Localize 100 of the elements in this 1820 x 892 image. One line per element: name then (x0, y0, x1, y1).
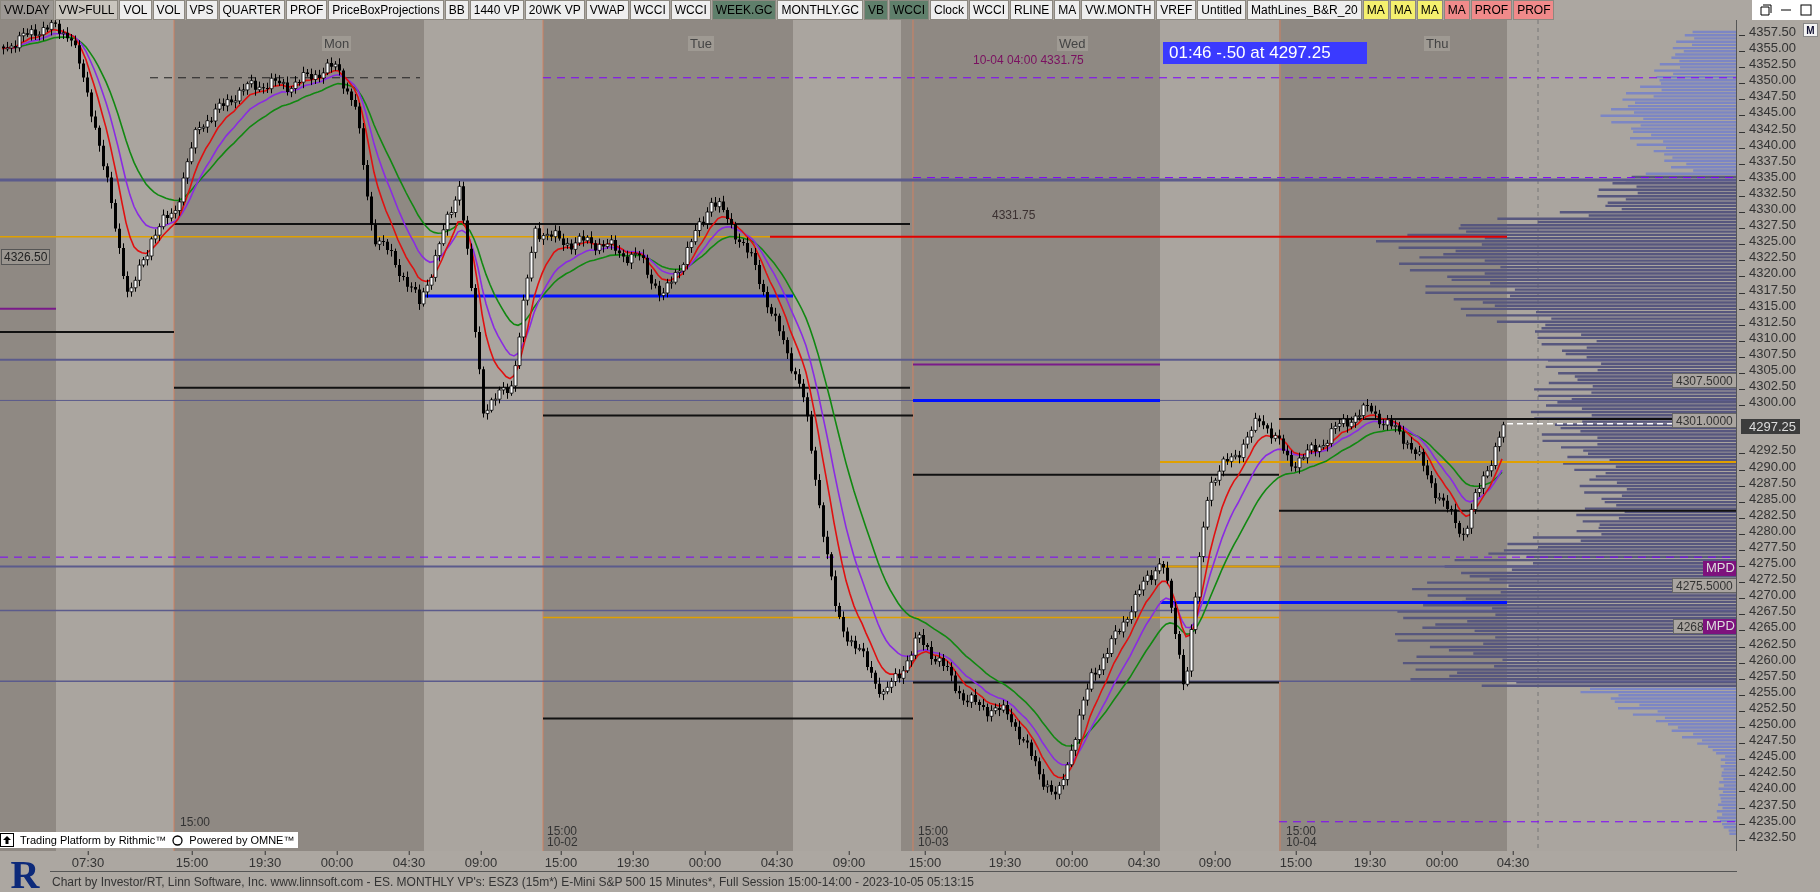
price-axis-label: 4252.50 (1737, 699, 1820, 717)
indicator-button[interactable]: WCCI (889, 0, 929, 20)
price-axis-label: 4305.00 (1737, 361, 1820, 379)
indicator-button[interactable]: WEEK.GC (711, 0, 777, 20)
time-axis-label: 09:00 (1198, 851, 1232, 870)
indicator-button[interactable]: QUARTER (218, 0, 285, 20)
indicator-button[interactable]: MONTHLY.GC (777, 0, 863, 20)
time-axis-label: 00:00 (1425, 851, 1459, 870)
indicator-button[interactable]: VW>FULL (54, 0, 119, 20)
ring-icon (172, 834, 184, 846)
m-button[interactable]: M (1803, 23, 1818, 37)
indicator-button[interactable]: PROF (1513, 0, 1555, 20)
price-axis-label: 4260.00 (1737, 651, 1820, 668)
day-label: Mon (322, 36, 352, 51)
time-axis-label: 09:00 (464, 851, 498, 870)
indicator-button[interactable]: WCCI (969, 0, 1009, 20)
indicator-button[interactable]: VB (863, 0, 888, 20)
price-axis-label: 4332.50 (1737, 184, 1820, 202)
price-annotation: 4326.50 (1, 249, 51, 265)
time-axis-label: 04:30 (760, 851, 794, 870)
mpd-tag: MPD (1703, 619, 1736, 634)
price-axis-label: 4315.00 (1737, 297, 1820, 314)
time-axis-label: 19:30 (616, 851, 650, 870)
time-axis-label: 15:00 (544, 851, 578, 870)
indicator-button[interactable]: VOL (152, 0, 185, 20)
day-label: Tue (688, 36, 714, 51)
indicator-button[interactable]: BB (444, 0, 469, 20)
indicator-button[interactable]: 20WK VP (524, 0, 585, 20)
indicator-button[interactable]: MA (1362, 0, 1389, 20)
price-tag: 4301.0000 (1672, 413, 1736, 428)
price-axis-label: 4257.50 (1737, 667, 1820, 684)
chart-info-text: Chart by Investor/RT, Linn Software, Inc. www.linnsoft.com - ES. MONTHLY VP's: ESZ3 (15m*) E-Mini S&P 500 15 Minutes*, Full Session 15:00-14:00 - 2023-10-05 05:13:15 (51, 874, 975, 889)
price-axis-label: 4342.50 (1737, 120, 1820, 137)
time-axis-label: 19:30 (1353, 851, 1387, 870)
indicator-button[interactable]: MA (1054, 0, 1081, 20)
price-axis-label: 4240.00 (1737, 780, 1820, 797)
price-axis-label: 4310.00 (1737, 329, 1820, 346)
price-axis-label: 4235.00 (1737, 812, 1820, 829)
time-axis-label: 04:30 (1496, 851, 1530, 870)
price-tag: 4275.5000 (1672, 578, 1736, 593)
restore-icon[interactable] (1760, 4, 1772, 16)
indicator-button[interactable]: VOL (119, 0, 152, 20)
indicator-button[interactable]: WCCI (670, 0, 711, 20)
price-axis-label: 4282.50 (1737, 506, 1820, 523)
indicator-button[interactable]: PROF (1470, 0, 1513, 20)
logo: R (9, 851, 41, 892)
indicator-button[interactable]: Clock (930, 0, 968, 20)
indicator-button[interactable]: VW.MONTH (1081, 0, 1156, 20)
time-axis-label: 19:30 (248, 851, 282, 870)
price-axis-label: 4322.50 (1737, 249, 1820, 266)
price-axis-label: 4262.50 (1737, 635, 1820, 652)
time-axis-label: 19:30 (988, 851, 1022, 870)
price-axis-label: 4352.50 (1737, 56, 1820, 73)
price-axis-label: 4302.50 (1737, 378, 1820, 395)
session-marker: 15:00 (180, 817, 211, 828)
price-axis-label: 4337.50 (1737, 152, 1820, 169)
price-axis-label: 4347.50 (1737, 88, 1820, 105)
badge-text: Powered by OMNE™ (189, 834, 295, 846)
time-axis-label: 00:00 (1055, 851, 1089, 870)
indicator-button[interactable]: WCCI (629, 0, 670, 20)
price-axis-label: 4330.00 (1737, 201, 1820, 218)
price-axis-label: 4267.50 (1737, 603, 1820, 620)
indicator-button[interactable]: VREF (1156, 0, 1197, 20)
time-axis-label: 15:00 (175, 851, 209, 870)
indicator-button[interactable]: MA (1389, 0, 1416, 20)
badge-text: Trading Platform by Rithmic™ (20, 834, 167, 846)
price-axis-label: 4280.00 (1737, 522, 1820, 539)
price-axis-label: 4255.00 (1737, 683, 1820, 700)
indicator-button[interactable]: MA (1416, 0, 1443, 20)
price-axis-label: 4287.50 (1737, 474, 1820, 491)
price-axis-label: 4312.50 (1737, 313, 1820, 330)
time-axis-label: 15:00 (1279, 851, 1313, 870)
session-marker: 15:00 10-02 (547, 826, 578, 848)
indicator-button[interactable]: VPS (185, 0, 218, 20)
time-axis-label: 04:30 (392, 851, 426, 870)
maximize-icon[interactable] (1800, 4, 1812, 16)
indicator-button[interactable]: RLINE (1010, 0, 1054, 20)
indicator-button[interactable]: PriceBoxProjections (328, 0, 444, 20)
price-axis-label: 4350.00 (1737, 72, 1820, 89)
last-trade-box: 01:46 -.50 at 4297.25 (1163, 42, 1367, 64)
indicator-button[interactable]: Untitled (1197, 0, 1247, 20)
indicator-button[interactable]: MA (1443, 0, 1470, 20)
time-axis-label: 09:00 (832, 851, 866, 870)
indicator-button[interactable]: PROF (286, 0, 328, 20)
price-tag: 4307.5000 (1672, 373, 1736, 388)
price-axis-label: 4245.00 (1737, 748, 1820, 765)
price-axis-label: 4345.00 (1737, 104, 1820, 121)
time-axis-label: 04:30 (1127, 851, 1161, 870)
indicator-button[interactable]: 1440 VP (469, 0, 524, 20)
price-axis-label: 4307.50 (1737, 345, 1820, 362)
price-axis-label: 4325.00 (1737, 233, 1820, 250)
price-axis-label: 4327.50 (1737, 217, 1820, 234)
indicator-button[interactable]: VW.DAY (0, 0, 54, 20)
indicator-button[interactable]: MathLines_B&R_20 (1247, 0, 1362, 20)
price-annotation: 4331.75 (992, 208, 1036, 222)
price-axis-label: 4270.00 (1737, 587, 1820, 604)
price-axis-label: 4355.00 (1737, 40, 1820, 57)
indicator-button[interactable]: VWAP (585, 0, 629, 20)
day-label: Thu (1424, 36, 1451, 51)
mpd-tag: MPD (1703, 561, 1736, 576)
